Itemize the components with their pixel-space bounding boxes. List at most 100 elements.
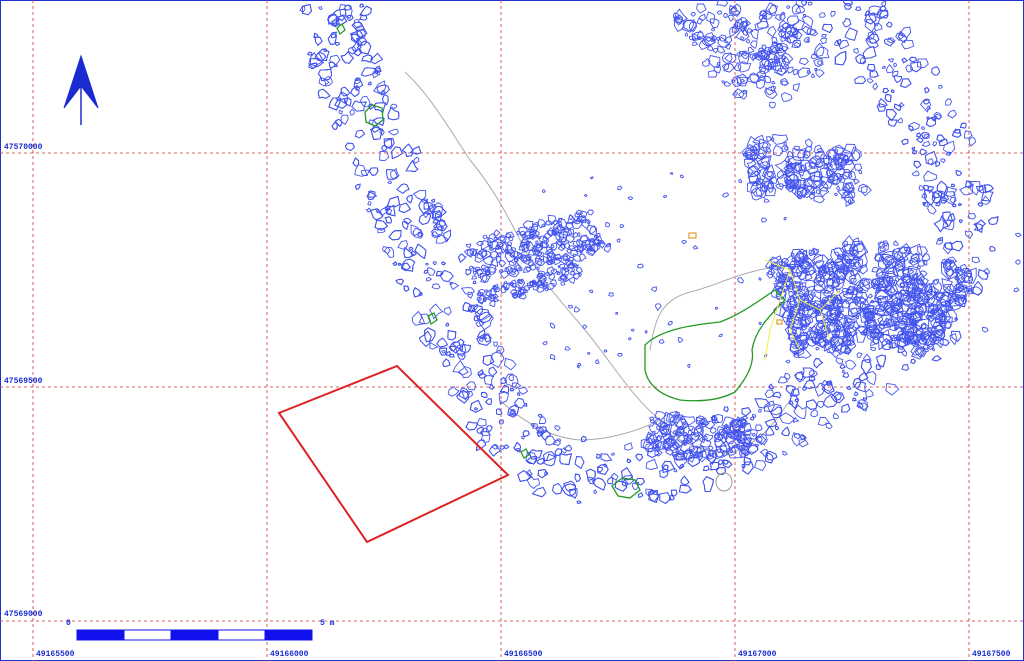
rock-outline: [773, 304, 787, 318]
rock-outline: [886, 109, 897, 122]
rock-outline: [582, 324, 588, 329]
rock-outline: [913, 160, 922, 169]
rock-outline: [586, 352, 591, 355]
rock-outline: [568, 214, 573, 221]
rock-outline: [971, 256, 981, 264]
rock-outline: [514, 397, 526, 409]
rock-outline: [445, 322, 450, 327]
rock-outline: [517, 392, 521, 396]
rock-outline: [786, 30, 792, 35]
rock-outline: [314, 36, 323, 46]
rock-outline: [742, 89, 748, 95]
rock-outline: [853, 47, 859, 55]
rock-outline: [442, 358, 451, 367]
rock-outline: [702, 476, 714, 493]
rock-outline: [893, 103, 902, 112]
rock-outline: [940, 158, 946, 164]
rock-outline: [388, 230, 402, 241]
rock-outline: [854, 163, 863, 171]
rock-outline: [472, 271, 477, 276]
rock-outline: [947, 109, 957, 119]
rock-outline: [752, 413, 757, 419]
rock-outline: [934, 161, 941, 167]
rock-outline: [493, 341, 498, 347]
rock-outline: [619, 223, 625, 229]
rock-outline: [318, 76, 330, 87]
rock-outline: [707, 70, 718, 78]
rock-outline: [901, 57, 908, 64]
rock-outline: [931, 355, 942, 362]
rock-outline: [959, 219, 963, 224]
rock-outline: [879, 5, 887, 12]
rock-outline: [350, 86, 360, 98]
rock-outline: [679, 174, 684, 179]
rock-outline: [836, 185, 840, 192]
rock-outline: [306, 51, 313, 56]
grid-x-label-4: 49167000: [738, 650, 777, 659]
rock-outline: [467, 291, 474, 299]
rock-outline: [780, 11, 786, 15]
rock-outline: [472, 280, 477, 285]
rock-outline: [800, 0, 807, 6]
rock-outline: [687, 425, 694, 431]
rock-outline: [488, 443, 502, 457]
rock-outline: [745, 38, 750, 44]
rock-outline: [630, 328, 635, 332]
rock-outline: [945, 98, 952, 106]
rock-outline: [654, 303, 662, 311]
rock-outline: [603, 463, 608, 468]
rock-outline: [673, 468, 678, 473]
rock-outline: [950, 183, 956, 188]
track-line: [404, 71, 791, 454]
rock-outline: [610, 452, 615, 456]
rock-outline: [478, 337, 484, 342]
rock-outline: [576, 500, 582, 505]
vegetation-area-north: [336, 22, 346, 36]
rock-outline: [988, 216, 999, 225]
rock-outline: [716, 0, 729, 7]
rock-outline: [834, 192, 839, 196]
rock-outline: [474, 407, 479, 411]
rock-outline: [794, 372, 805, 381]
rock-outline: [344, 142, 356, 152]
rock-outline: [669, 172, 674, 176]
rock-outline: [718, 333, 723, 338]
rock-outline: [471, 275, 478, 280]
rock-outline: [516, 230, 520, 236]
rock-outline: [768, 383, 775, 389]
rock-outline: [821, 23, 833, 34]
rock-outline: [813, 358, 824, 369]
rock-outline: [885, 21, 893, 28]
rock-outline: [801, 25, 812, 35]
rock-outline: [508, 260, 515, 267]
rock-outline: [921, 191, 928, 199]
rock-outline: [758, 277, 762, 281]
rock-outline: [792, 147, 807, 162]
rock-outline: [1014, 259, 1021, 265]
rock-outline: [919, 148, 928, 156]
rock-outline: [816, 400, 825, 409]
survey-area-polygon[interactable]: [277, 364, 510, 544]
rock-outline: [387, 107, 400, 121]
rock-outline: [413, 156, 420, 164]
map-canvas[interactable]: [0, 0, 1024, 661]
rock-outline: [893, 74, 903, 83]
rock-outline: [939, 338, 950, 347]
rock-outline: [887, 118, 898, 127]
rock-outline: [804, 138, 813, 149]
rock-outline: [314, 36, 323, 46]
rock-outline: [355, 183, 361, 190]
rock-outline: [554, 448, 563, 456]
rock-outline: [523, 403, 528, 407]
rock-outline: [650, 286, 657, 293]
rock-outline: [1013, 287, 1020, 293]
rock-outline: [788, 400, 794, 405]
rock-outline: [526, 474, 541, 489]
rock-outline: [867, 293, 874, 299]
rock-outline: [712, 47, 719, 54]
rock-outline: [489, 383, 495, 390]
rock-outline: [786, 15, 800, 27]
rock-outline: [749, 28, 759, 40]
rock-outline: [349, 108, 355, 116]
rock-outline: [977, 202, 984, 207]
